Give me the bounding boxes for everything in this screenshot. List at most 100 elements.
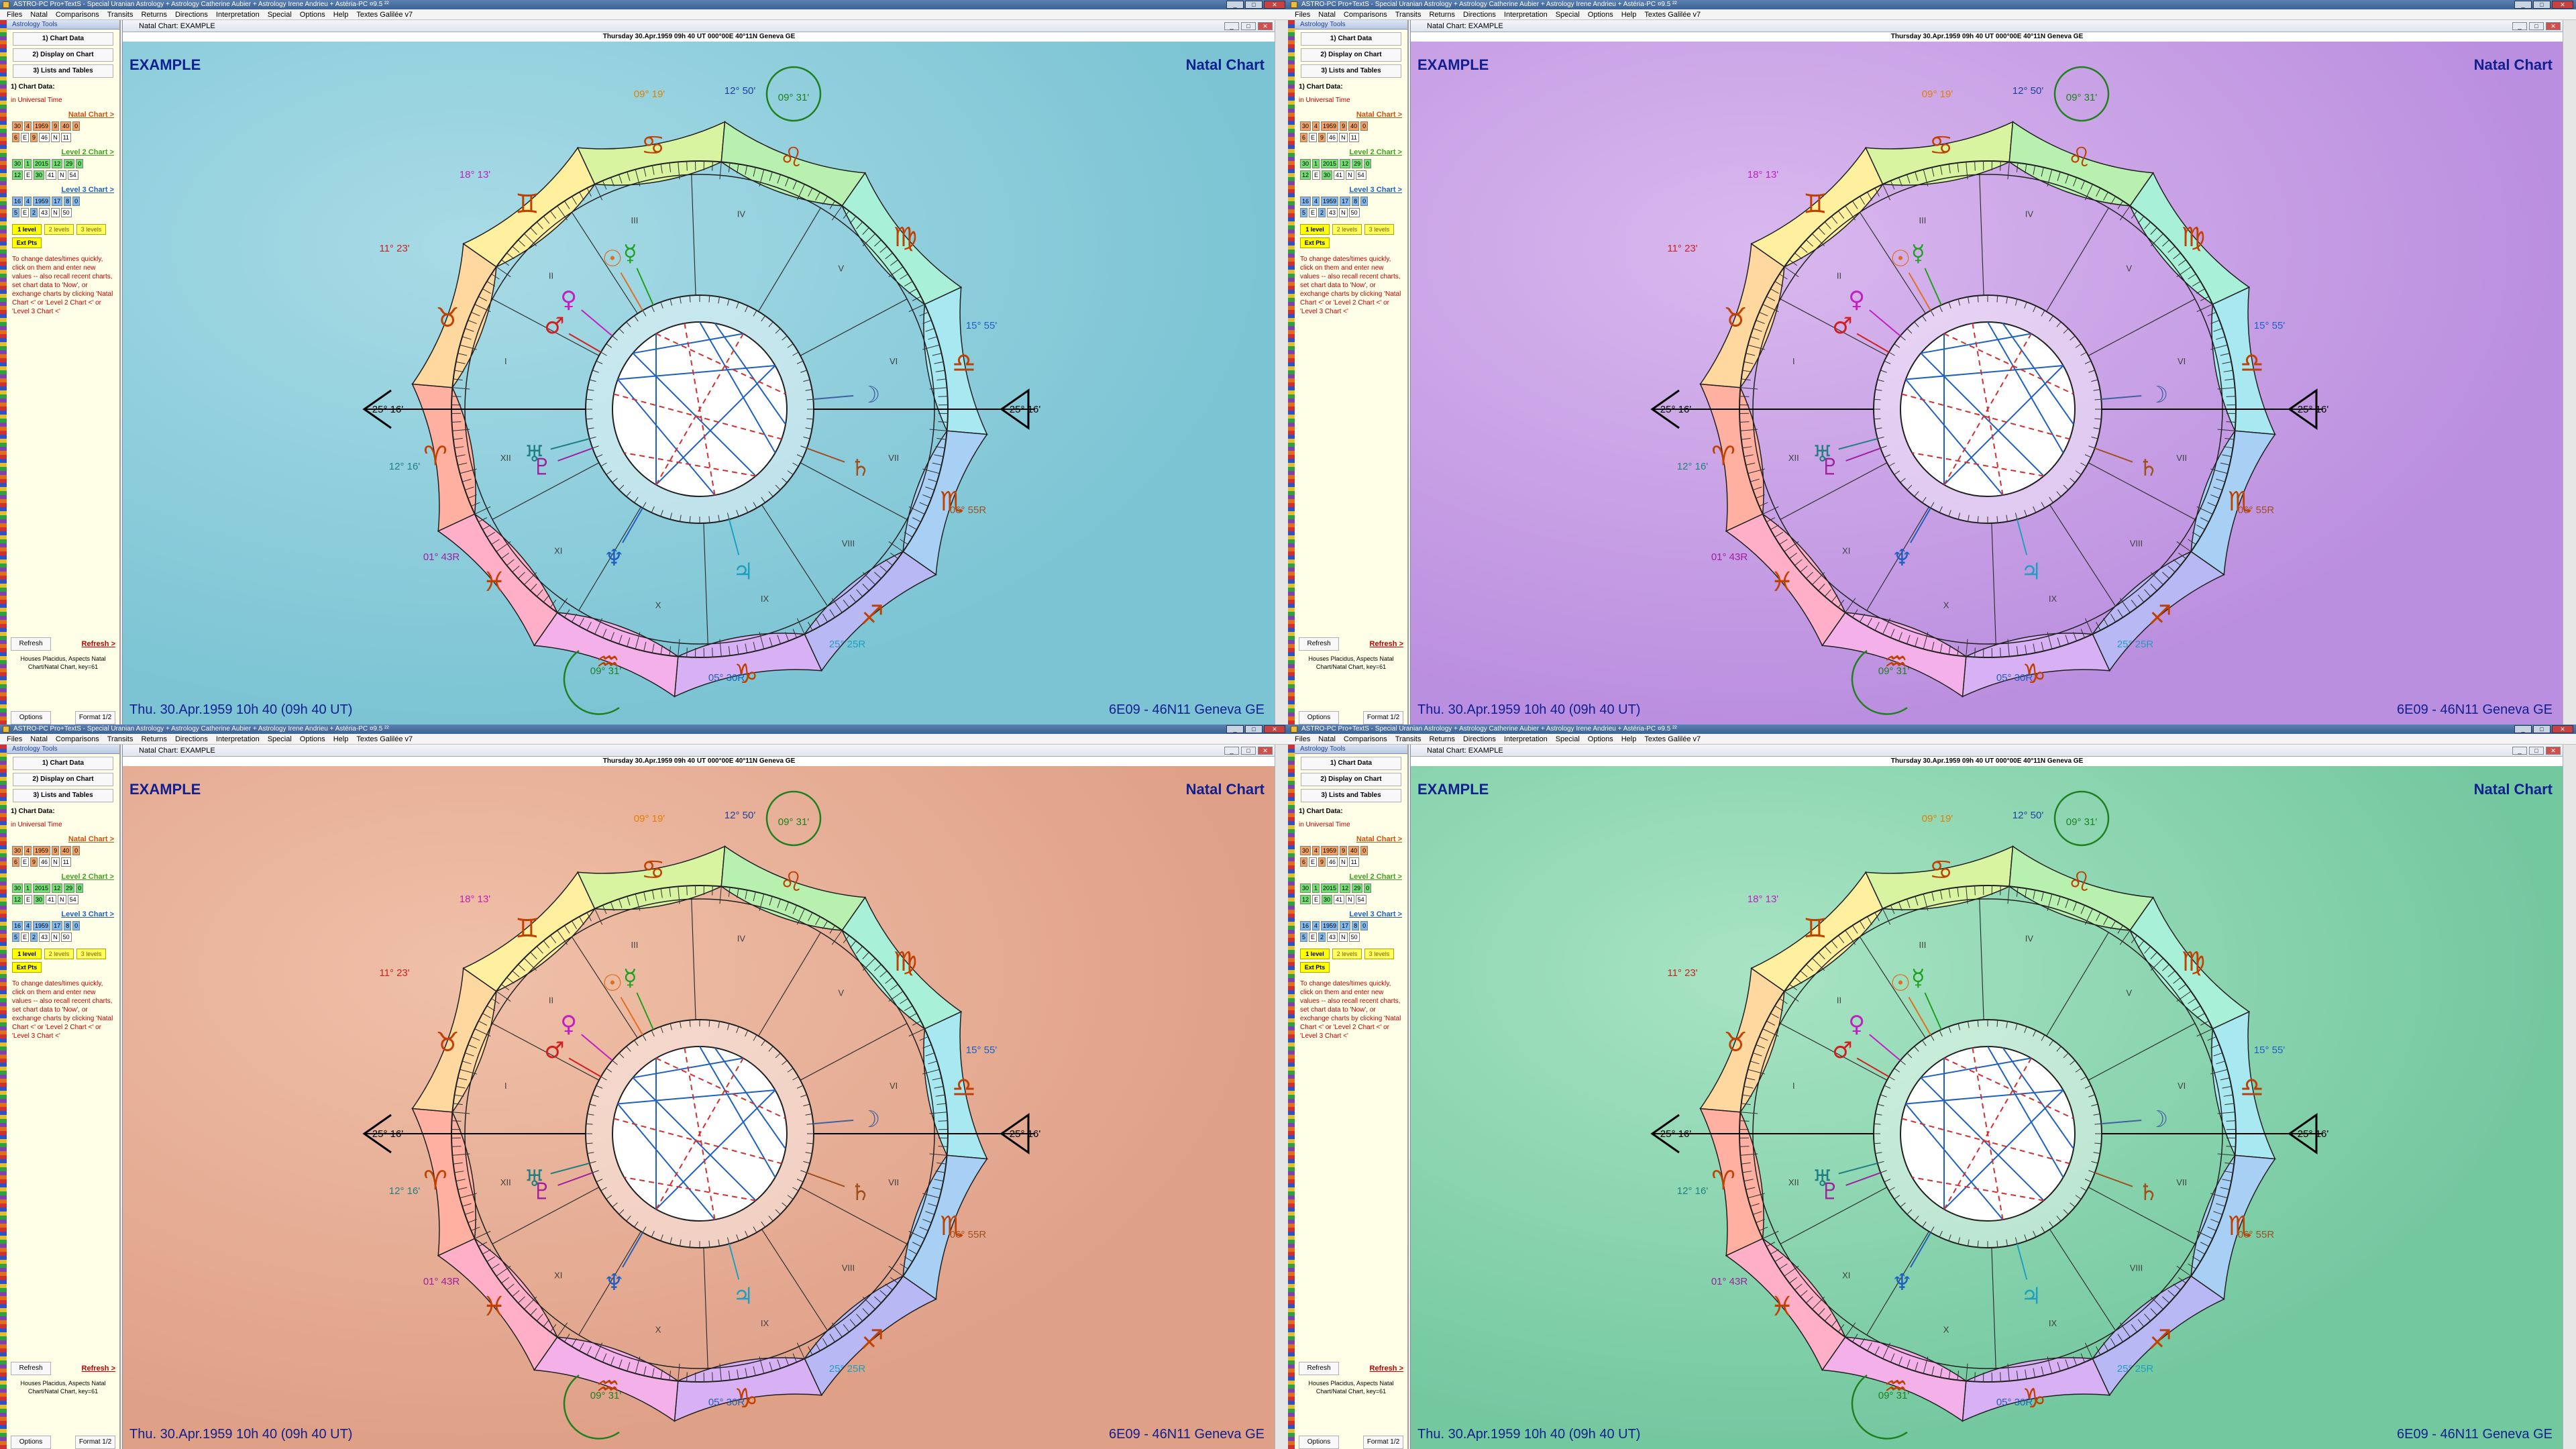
l2-ns[interactable]: N [58, 170, 66, 180]
l1-ns[interactable]: N [1339, 857, 1348, 867]
l2-ns[interactable]: N [1346, 170, 1354, 180]
l3-min[interactable]: 8 [64, 197, 72, 206]
l1-hour[interactable]: 9 [52, 846, 60, 855]
natal-chart-link[interactable]: Natal Chart > [12, 835, 114, 844]
l2-latmin[interactable]: 54 [67, 170, 78, 180]
l3-sec[interactable]: 0 [72, 197, 80, 206]
l3-min[interactable]: 8 [1352, 197, 1360, 206]
l1-hour[interactable]: 9 [52, 121, 60, 131]
l2-lat[interactable]: 41 [1334, 895, 1345, 904]
menu-comparisons[interactable]: Comparisons [52, 734, 103, 744]
l2-lon[interactable]: 12 [12, 170, 23, 180]
refresh-button[interactable]: Refresh [11, 637, 51, 651]
close-button[interactable]: ✕ [2552, 1, 2573, 9]
l1-sec[interactable]: 0 [72, 846, 80, 855]
l3-ns[interactable]: N [51, 932, 60, 942]
l1-month[interactable]: 4 [24, 121, 32, 131]
l1-lon[interactable]: 6 [1300, 857, 1308, 867]
ext-pts-button[interactable]: Ext Pts [1300, 237, 1330, 248]
menu-returns[interactable]: Returns [1425, 9, 1459, 19]
close-button[interactable]: ✕ [1264, 725, 1285, 733]
menu-options[interactable]: Options [296, 734, 329, 744]
l2-min[interactable]: 29 [1352, 883, 1363, 893]
l2-lonmin[interactable]: 30 [1322, 895, 1333, 904]
refresh-link[interactable]: Refresh > [82, 640, 115, 648]
level3-chart-link[interactable]: Level 3 Chart > [1300, 185, 1402, 195]
refresh-link[interactable]: Refresh > [1370, 640, 1403, 648]
l2-month[interactable]: 1 [1312, 883, 1320, 893]
l3-ew[interactable]: E [21, 932, 30, 942]
format-button[interactable]: Format 1/2 [75, 711, 115, 724]
l1-latmin[interactable]: 11 [60, 857, 71, 867]
l3-day[interactable]: 16 [12, 197, 23, 206]
chart-data-button[interactable]: 1) Chart Data [1301, 32, 1401, 46]
l3-hour[interactable]: 17 [52, 197, 63, 206]
level3-chart-link[interactable]: Level 3 Chart > [12, 910, 114, 919]
l1-hour[interactable]: 9 [1340, 121, 1348, 131]
l3-latmin[interactable]: 50 [1348, 932, 1360, 942]
one-level-button[interactable]: 1 level [1300, 949, 1330, 959]
three-levels-button[interactable]: 3 levels [1364, 949, 1394, 959]
l3-ns[interactable]: N [1339, 208, 1348, 217]
l3-hour[interactable]: 17 [1340, 197, 1351, 206]
l3-sec[interactable]: 0 [1360, 197, 1368, 206]
chart-maximize-button[interactable]: □ [1241, 22, 1256, 30]
display-on-chart-button[interactable]: 2) Display on Chart [1301, 48, 1401, 62]
l3-year[interactable]: 1959 [33, 921, 51, 930]
menu-returns[interactable]: Returns [1425, 734, 1459, 744]
lists-tables-button[interactable]: 3) Lists and Tables [1301, 64, 1401, 78]
l1-lon[interactable]: 6 [12, 133, 20, 142]
chart-close-button[interactable]: ✕ [2546, 22, 2561, 30]
l1-year[interactable]: 1959 [33, 121, 51, 131]
menu-natal[interactable]: Natal [1314, 734, 1340, 744]
minimize-button[interactable]: _ [1226, 725, 1244, 733]
menu-directions[interactable]: Directions [171, 734, 212, 744]
l2-lonmin[interactable]: 30 [34, 895, 45, 904]
menu-files[interactable]: Files [1291, 9, 1314, 19]
refresh-link[interactable]: Refresh > [1370, 1364, 1403, 1373]
menu-transits[interactable]: Transits [103, 9, 138, 19]
one-level-button[interactable]: 1 level [1300, 224, 1330, 235]
level3-chart-link[interactable]: Level 3 Chart > [12, 185, 114, 195]
display-on-chart-button[interactable]: 2) Display on Chart [13, 48, 113, 62]
l3-ns[interactable]: N [1339, 932, 1348, 942]
l3-lonmin[interactable]: 2 [30, 208, 38, 217]
l3-min[interactable]: 8 [64, 921, 72, 930]
chart-maximize-button[interactable]: □ [2529, 747, 2544, 755]
l2-day[interactable]: 30 [1300, 159, 1311, 168]
chart-maximize-button[interactable]: □ [1241, 747, 1256, 755]
menu-comparisons[interactable]: Comparisons [1340, 9, 1391, 19]
menu-natal[interactable]: Natal [26, 734, 52, 744]
l3-latmin[interactable]: 50 [1348, 208, 1360, 217]
l3-day[interactable]: 16 [12, 921, 23, 930]
natal-chart-link[interactable]: Natal Chart > [1300, 835, 1402, 844]
l3-month[interactable]: 4 [1312, 197, 1320, 206]
l2-hour[interactable]: 12 [1340, 159, 1351, 168]
menu-textes[interactable]: Textes Galilée v7 [1640, 9, 1705, 19]
l2-latmin[interactable]: 54 [67, 895, 78, 904]
level2-chart-link[interactable]: Level 2 Chart > [1300, 872, 1402, 881]
l2-month[interactable]: 1 [1312, 159, 1320, 168]
options-button[interactable]: Options [1299, 711, 1339, 724]
chart-canvas[interactable]: ♈ ♉ ♊ ♋ ♌ ♍ ♎ ♏ ♐ ♑ ♒ ♓ I II III IV V VI VII VIII IX X XI XII ☉ ♀… [123, 766, 1275, 1449]
l3-ew[interactable]: E [21, 208, 30, 217]
chart-close-button[interactable]: ✕ [2546, 747, 2561, 755]
minimize-button[interactable]: _ [2514, 725, 2532, 733]
options-button[interactable]: Options [11, 711, 51, 724]
maximize-button[interactable]: □ [1245, 725, 1263, 733]
l3-lat[interactable]: 43 [1327, 208, 1338, 217]
l2-day[interactable]: 30 [12, 159, 23, 168]
l3-hour[interactable]: 17 [52, 921, 63, 930]
chart-canvas[interactable]: ♈ ♉ ♊ ♋ ♌ ♍ ♎ ♏ ♐ ♑ ♒ ♓ I II III IV V VI VII VIII IX X XI XII ☉ ♀… [1411, 42, 2563, 724]
l3-min[interactable]: 8 [1352, 921, 1360, 930]
menu-files[interactable]: Files [3, 734, 26, 744]
l3-sec[interactable]: 0 [1360, 921, 1368, 930]
l2-year[interactable]: 2015 [33, 159, 51, 168]
level2-chart-link[interactable]: Level 2 Chart > [1300, 148, 1402, 157]
l1-sec[interactable]: 0 [72, 121, 80, 131]
l1-ew[interactable]: E [21, 857, 30, 867]
menu-special[interactable]: Special [264, 9, 296, 19]
l1-ns[interactable]: N [51, 133, 60, 142]
l3-lon[interactable]: 5 [12, 208, 20, 217]
l2-hour[interactable]: 12 [1340, 883, 1351, 893]
